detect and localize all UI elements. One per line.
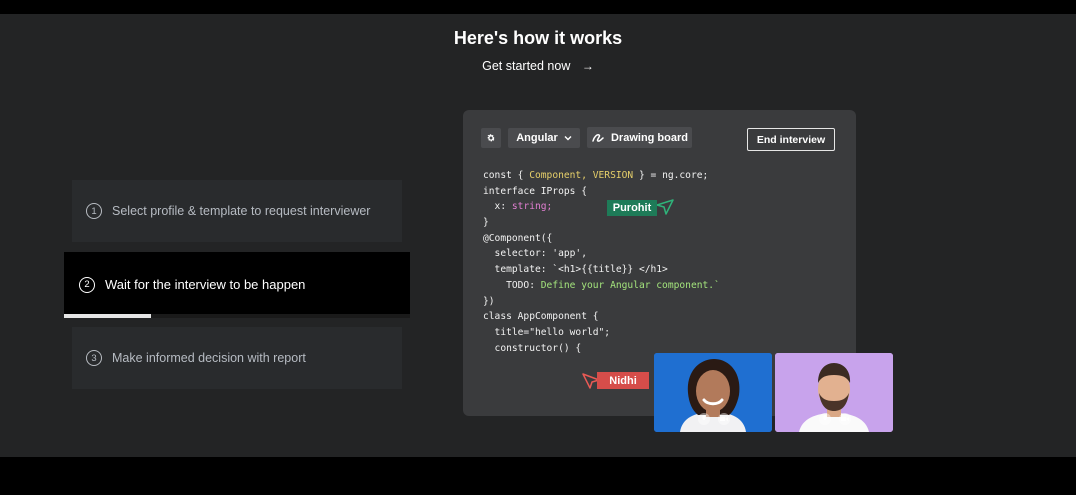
code-token: const { <box>483 170 530 181</box>
camera-icon[interactable] <box>839 413 851 425</box>
code-line: title="hello world"; <box>483 325 720 341</box>
woman-avatar <box>654 353 772 432</box>
arrow-right-icon: → <box>581 59 594 73</box>
get-started-label: Get started now <box>482 59 571 73</box>
code-token: string; <box>511 201 553 213</box>
code-line: @Component({ <box>483 231 720 247</box>
video-tile-woman[interactable] <box>654 353 772 432</box>
section-title: Here's how it works <box>453 28 623 48</box>
man-avatar <box>775 353 893 432</box>
code-token: TODO: <box>483 279 541 291</box>
drawing-board-label: Drawing board <box>610 131 688 144</box>
code-token: @Component({ <box>483 232 553 244</box>
step-number: 2 <box>79 276 95 293</box>
step-1[interactable]: 1 Select profile & template to request i… <box>72 180 402 242</box>
get-started-link[interactable]: Get started now → <box>0 59 1076 73</box>
settings-button[interactable] <box>481 128 501 148</box>
code-token: } = ng.core; <box>633 170 709 181</box>
camera-icon[interactable] <box>718 413 730 425</box>
language-select[interactable]: Angular <box>508 128 580 148</box>
code-token: class AppComponent { <box>483 311 599 323</box>
step-label: Wait for the interview to be happen <box>105 277 306 292</box>
code-line: } <box>483 215 720 231</box>
language-label: Angular <box>516 132 558 144</box>
code-token: Component, VERSION <box>529 170 634 181</box>
step-label: Select profile & template to request int… <box>112 204 371 218</box>
purohit-cursor-label: Purohit <box>607 200 657 216</box>
code-line: TODO: Define your Angular component.` <box>483 278 720 294</box>
code-line: template: `<h1>{{title}} </h1> <box>483 262 720 278</box>
drawing-board-button[interactable]: Drawing board <box>587 127 692 148</box>
step-progress-bar <box>64 314 410 318</box>
step-3[interactable]: 3 Make informed decision with report <box>72 327 402 389</box>
nidhi-cursor-label: Nidhi <box>597 372 649 389</box>
mic-icon[interactable] <box>819 413 831 425</box>
gear-icon <box>487 134 495 142</box>
step-label: Make informed decision with report <box>112 351 306 365</box>
code-token: template: `<h1>{{title}} </h1> <box>483 264 668 276</box>
scribble-icon <box>592 133 604 142</box>
code-token: interface IProps { <box>483 185 587 197</box>
code-content[interactable]: const { Component, VERSION } = ng.core; i… <box>483 168 720 356</box>
code-line: }) <box>483 294 720 310</box>
chevron-down-icon <box>564 136 572 141</box>
end-interview-button[interactable]: End interview <box>747 128 835 151</box>
mic-icon[interactable] <box>698 413 710 425</box>
code-token: x: <box>483 201 512 213</box>
code-line: selector: 'app', <box>483 246 720 262</box>
code-token: constructor() { <box>483 342 582 354</box>
code-token: }) <box>483 295 495 307</box>
code-line: x: string; <box>483 199 720 215</box>
code-token: } <box>483 217 489 229</box>
step-2[interactable]: 2 Wait for the interview to be happen <box>64 252 410 317</box>
step-number: 1 <box>86 203 102 219</box>
code-token: title="hello world"; <box>483 326 611 338</box>
code-line: const { Component, VERSION } = ng.core; <box>483 168 720 184</box>
code-line: class AppComponent { <box>483 309 720 325</box>
step-progress-fill <box>64 314 151 318</box>
step-number: 3 <box>86 350 102 366</box>
video-tile-man[interactable] <box>775 353 893 432</box>
code-token: Define your Angular component.` <box>540 279 720 291</box>
code-token: selector: 'app', <box>483 248 587 260</box>
purohit-cursor-icon <box>656 199 674 215</box>
code-line: interface IProps { <box>483 184 720 200</box>
